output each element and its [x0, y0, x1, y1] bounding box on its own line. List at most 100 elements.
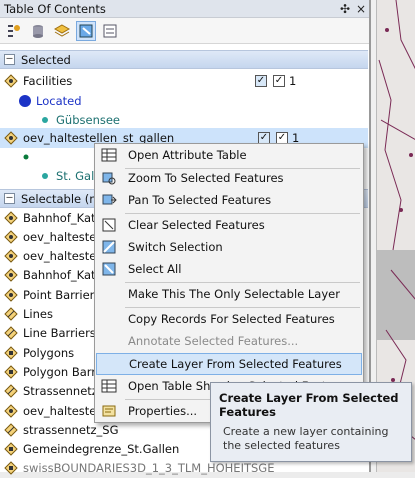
layer-label: Lines: [23, 307, 53, 321]
layer-label: Strassennetz_: [23, 384, 104, 398]
layer-row-facilities[interactable]: Facilities: [4, 71, 72, 91]
menu-label: Pan To Selected Features: [128, 193, 272, 207]
list-by-selection-icon[interactable]: [76, 20, 96, 41]
menu-label: Copy Records For Selected Features: [128, 312, 335, 326]
menu-switch-selection[interactable]: Switch Selection: [96, 236, 362, 258]
menu-label: Create Layer From Selected Features: [129, 357, 342, 371]
layer-row[interactable]: Lines: [4, 304, 53, 324]
menu-make-only-selectable[interactable]: Make This The Only Selectable Layer: [96, 283, 362, 305]
layer-label: Polygon Barri: [23, 365, 100, 379]
point-layer-icon: [4, 249, 18, 263]
layer-row[interactable]: strassennetz_SG: [4, 420, 119, 440]
point-layer-icon: [4, 74, 18, 88]
select-all-icon: [102, 262, 116, 276]
options-icon[interactable]: [100, 21, 120, 41]
layer-label: Polygons: [23, 346, 75, 360]
line-layer-icon: [4, 307, 18, 321]
collapse-toggle[interactable]: –: [4, 54, 15, 65]
polygon-layer-icon: [4, 346, 18, 360]
group-header-selected[interactable]: – Selected: [0, 50, 368, 69]
point-layer-icon: [4, 404, 18, 418]
legend-oev-point: [22, 147, 30, 167]
layer-row[interactable]: oev_haltestell: [4, 401, 103, 421]
layer-label: swissBOUNDARIES3D_1_3_TLM_HOHEITSGE: [23, 461, 275, 475]
menu-pan-to-selected[interactable]: Pan To Selected Features: [96, 189, 362, 211]
layer-label: oev_haltestell: [23, 404, 103, 418]
layer-context-menu: Open Attribute Table Zoom To Selected Fe…: [94, 143, 364, 423]
point-layer-icon: [4, 230, 18, 244]
tooltip-description: Create a new layer containing the select…: [223, 425, 389, 452]
polygon-layer-icon: [4, 442, 18, 456]
layer-row[interactable]: Point Barriers: [4, 285, 100, 305]
panel-title: Table Of Contents: [4, 1, 106, 16]
green-dot-symbol-icon: [42, 117, 48, 123]
layer-row[interactable]: Polygon Barri: [4, 362, 99, 382]
table-icon: [101, 379, 117, 393]
blue-circle-symbol-icon: [19, 95, 31, 107]
layer-label: Facilities: [23, 74, 73, 88]
menu-create-layer-from-selected[interactable]: Create Layer From Selected Features: [96, 353, 362, 375]
layer-row[interactable]: Line Barriers: [4, 323, 96, 343]
pan-selected-icon: [102, 194, 117, 205]
layer-label: oev_haltestell: [23, 230, 103, 244]
legend-gubsensee: Gübsensee: [40, 110, 120, 130]
layer-label: Gemeindegrenze_St.Gallen: [23, 442, 180, 456]
selection-toggle-icon[interactable]: ✓: [255, 75, 267, 87]
menu-select-all[interactable]: Select All: [96, 258, 362, 280]
teal-dot-symbol-icon: [42, 173, 48, 179]
collapse-toggle[interactable]: –: [4, 193, 15, 204]
polygon-layer-icon: [4, 461, 18, 475]
group-label: Selected: [21, 52, 71, 67]
menu-tooltip: Create Layer From Selected Features Crea…: [210, 382, 412, 462]
menu-clear-selected[interactable]: Clear Selected Features: [96, 214, 362, 236]
legend-label: Gübsensee: [56, 113, 120, 127]
line-layer-icon: [4, 326, 18, 340]
layer-label: Bahnhof_Kat1: [23, 268, 103, 282]
properties-icon: [102, 405, 116, 417]
layer-row[interactable]: Bahnhof_Kat1: [4, 265, 103, 285]
menu-label: Open Attribute Table: [128, 148, 247, 162]
green-dot-symbol-icon: [23, 154, 29, 160]
legend-located: Located: [18, 91, 82, 111]
tooltip-title: Create Layer From Selected Features: [219, 391, 399, 419]
layer-row[interactable]: Polygons: [4, 343, 74, 363]
layer-row[interactable]: Strassennetz_: [4, 381, 104, 401]
menu-copy-records[interactable]: Copy Records For Selected Features: [96, 308, 362, 330]
layer-row[interactable]: Gemeindegrenze_St.Gallen: [4, 439, 179, 459]
pin-icon[interactable]: ✣: [337, 2, 353, 16]
menu-label: Annotate Selected Features...: [128, 334, 299, 348]
panel-titlebar: Table Of Contents ✣ ×: [0, 0, 369, 18]
layer-label: Bahnhof_Kat3: [23, 211, 103, 225]
menu-label: Make This The Only Selectable Layer: [128, 287, 340, 301]
list-by-source-icon[interactable]: [28, 21, 48, 41]
point-layer-icon: [4, 211, 18, 225]
clear-selection-icon: [102, 218, 116, 232]
layer-label: oev_haltestell: [23, 249, 103, 263]
selectable-checkbox[interactable]: ✓: [273, 75, 285, 87]
menu-zoom-to-selected[interactable]: Zoom To Selected Features: [96, 167, 362, 189]
point-layer-icon: [4, 131, 18, 145]
table-icon: [101, 148, 117, 162]
group-label: Selectable (no: [21, 191, 104, 206]
menu-label: Clear Selected Features: [128, 218, 265, 232]
layer-row[interactable]: oev_haltestell: [4, 246, 103, 266]
menu-annotate-selected: Annotate Selected Features...: [96, 330, 362, 352]
layer-label: strassennetz_SG: [23, 423, 119, 437]
close-icon[interactable]: ×: [353, 2, 369, 16]
facilities-selection-controls: ✓ ✓ 1: [255, 71, 296, 91]
selected-count: 1: [289, 74, 297, 88]
layer-label: Point Barriers: [23, 288, 101, 302]
toc-toolbar: [0, 18, 369, 44]
switch-selection-icon: [102, 240, 116, 254]
line-layer-icon: [4, 384, 18, 398]
menu-label: Select All: [128, 262, 182, 276]
menu-open-attribute-table[interactable]: Open Attribute Table: [96, 144, 362, 166]
list-by-visibility-icon[interactable]: [52, 21, 72, 41]
layer-row[interactable]: Bahnhof_Kat3: [4, 208, 103, 228]
polygon-layer-icon: [4, 365, 18, 379]
point-layer-icon: [4, 268, 18, 282]
layer-row[interactable]: oev_haltestell: [4, 227, 103, 247]
list-by-drawing-order-icon[interactable]: [4, 21, 24, 41]
menu-label: Zoom To Selected Features: [128, 171, 284, 185]
legend-label: Located: [36, 94, 82, 108]
